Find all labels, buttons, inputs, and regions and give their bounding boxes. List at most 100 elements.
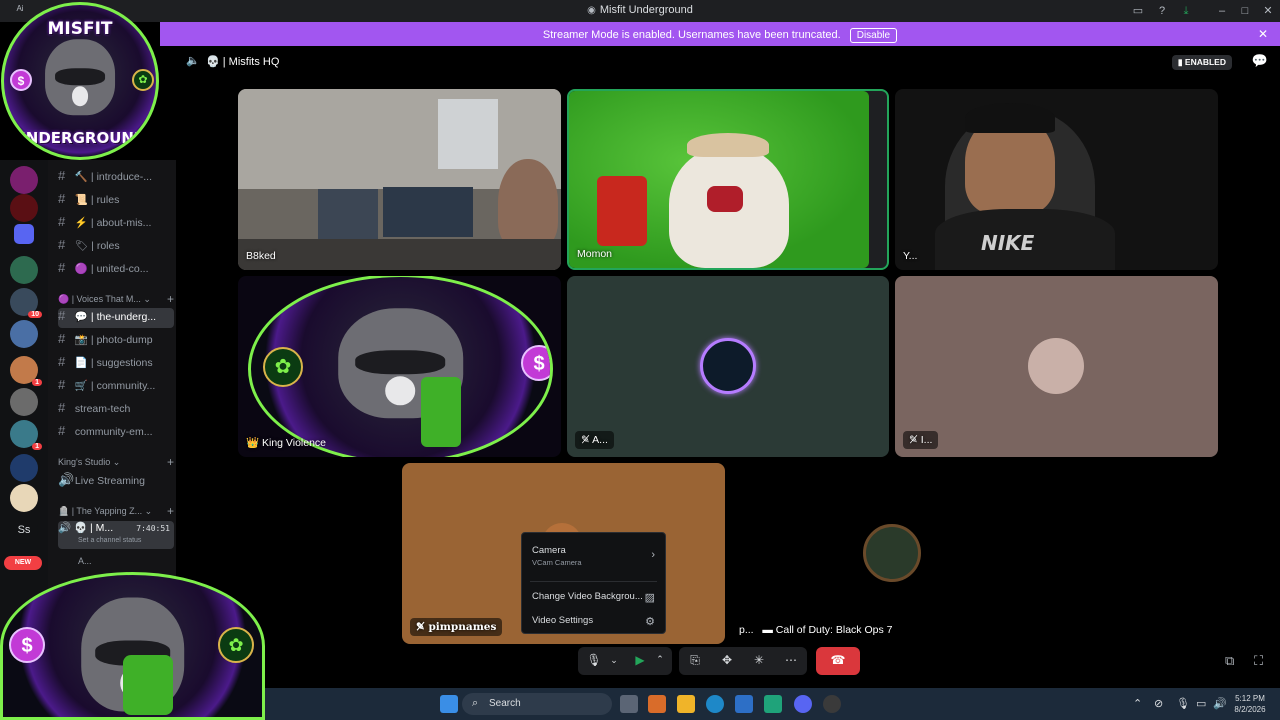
app-icon[interactable] <box>764 695 782 713</box>
close-banner-icon[interactable]: ✕ <box>1258 27 1268 41</box>
server-icon[interactable]: 1 <box>10 420 42 450</box>
red-chair <box>597 176 647 246</box>
server-icon[interactable]: 10 <box>10 288 42 318</box>
hash-icon: # <box>58 237 66 252</box>
video-tile-i[interactable]: ✎̸ I... <box>895 276 1218 457</box>
more-options-icon[interactable]: ⋯ <box>783 653 799 667</box>
bottom-mascot-overlay: $ ✿ <box>0 572 265 720</box>
edge-icon[interactable] <box>706 695 724 713</box>
disable-button[interactable]: Disable <box>849 28 898 43</box>
channel-emoji: ⚡ <box>74 217 88 229</box>
popout-icon[interactable]: ⧉ <box>1225 653 1234 669</box>
clock-time: 5:12 PM <box>1235 694 1265 703</box>
add-channel-icon[interactable]: + <box>167 292 174 306</box>
store-icon[interactable] <box>735 695 753 713</box>
windows-start-icon[interactable] <box>440 695 458 713</box>
channel-photo-dump[interactable]: # 📸 | photo-dump <box>58 331 174 351</box>
maximize-button[interactable]: □ <box>1237 3 1253 19</box>
mic-tray-icon[interactable]: 🎙 <box>1176 697 1190 710</box>
mention-badge: 1 <box>32 443 42 450</box>
display-icon[interactable]: ▭ <box>1196 697 1206 710</box>
channel-label: united-co... <box>96 263 149 275</box>
channel-about[interactable]: # ⚡ | about-mis... <box>58 214 174 234</box>
current-voice-channel[interactable]: 🔊 💀 | M... 7:40:51 Set a channel status <box>58 521 174 549</box>
category-voices[interactable]: 🟣 | Voices That M... ⌄ + <box>58 292 174 306</box>
server-icon[interactable] <box>10 388 38 416</box>
channel-suggestions[interactable]: # 📄 | suggestions <box>58 354 174 374</box>
disconnect-button[interactable]: ☎ <box>816 647 860 675</box>
speaker-icon: 🔈 <box>186 55 200 67</box>
server-icon[interactable]: 1 <box>10 356 42 386</box>
soundboard-icon[interactable]: ✳ <box>751 653 767 667</box>
server-icon[interactable] <box>10 166 38 194</box>
channel-united[interactable]: # 🟣 | united-co... <box>58 260 174 280</box>
server-icon[interactable] <box>10 194 38 222</box>
channel-roles[interactable]: # 🏷 | roles <box>58 237 174 257</box>
obs-icon[interactable] <box>823 695 841 713</box>
channel-stream-tech[interactable]: # stream-tech <box>58 400 174 420</box>
fullscreen-icon[interactable]: ⛶ <box>1254 653 1263 669</box>
channel-status-prompt[interactable]: Set a channel status <box>78 537 141 544</box>
hash-icon: # <box>58 308 66 323</box>
add-channel-icon[interactable]: + <box>167 455 174 469</box>
help-icon[interactable]: ? <box>1154 3 1170 19</box>
category-yapping[interactable]: 🪦 | The Yapping Z... ⌄ + <box>58 504 174 518</box>
tile-name: A... <box>592 434 608 446</box>
network-off-icon[interactable]: ⊘ <box>1154 697 1163 710</box>
window-blinds <box>438 99 498 169</box>
microphone-icon[interactable]: 🎙 <box>586 653 602 667</box>
voice-channel-live-streaming[interactable]: 🔊 Live Streaming <box>58 472 174 492</box>
copilot-icon[interactable] <box>648 695 666 713</box>
volume-icon[interactable]: 🔊 <box>1213 697 1227 710</box>
enabled-label: ENABLED <box>1184 57 1226 67</box>
dollar-coin-icon: $ <box>521 345 550 381</box>
chevron-up-icon[interactable]: ⌃ <box>652 654 668 665</box>
server-initials-icon[interactable]: Ss <box>10 516 38 544</box>
minimize-button[interactable]: – <box>1214 3 1230 19</box>
channel-community-em[interactable]: # community-em... <box>58 423 174 443</box>
inbox-icon[interactable]: ▭ <box>1130 3 1146 19</box>
download-icon[interactable]: ⤓ <box>1178 3 1194 19</box>
video-settings-menu-item[interactable]: Video Settings ⚙ <box>532 615 657 628</box>
category-label: The Yapping Z... <box>76 506 143 516</box>
banner-message: Streamer Mode is enabled. Usernames have… <box>542 29 841 41</box>
channel-the-underground[interactable]: # 💬 | the-underg... <box>58 308 174 328</box>
video-context-menu: Camera VCam Camera › Change Video Backgr… <box>521 532 666 634</box>
server-icon[interactable] <box>10 484 38 512</box>
chevron-up-icon[interactable]: ⌃ <box>1133 697 1142 710</box>
video-tile-king-violence[interactable]: ✿ $ 👑 King Violence <box>238 276 561 457</box>
server-folder-icon[interactable] <box>14 224 34 244</box>
tile-name: King Violence <box>262 437 327 449</box>
file-explorer-icon[interactable] <box>677 695 695 713</box>
channel-label: community-em... <box>74 426 153 438</box>
close-window-button[interactable]: ✕ <box>1260 3 1276 19</box>
camera-menu-item[interactable]: Camera VCam Camera › <box>532 545 657 567</box>
discord-taskbar-icon[interactable] <box>794 695 812 713</box>
clock[interactable]: 5:12 PM 8/2/2026 <box>1228 693 1272 715</box>
channel-label: stream-tech <box>74 403 131 415</box>
server-icon[interactable] <box>10 454 38 482</box>
channel-introduce[interactable]: # 🔨 | introduce-... <box>58 168 174 188</box>
channel-rules[interactable]: # 📜 | rules <box>58 191 174 211</box>
chat-bubble-icon[interactable]: 💬 <box>1252 53 1268 69</box>
server-icon[interactable] <box>10 256 38 284</box>
video-tile-b8ked[interactable]: B8ked <box>238 89 561 270</box>
chevron-down-icon[interactable]: ⌄ <box>606 655 622 666</box>
task-view-icon[interactable] <box>620 695 638 713</box>
activities-icon[interactable]: ✥ <box>719 653 735 667</box>
video-tile-momon[interactable]: Momon <box>567 89 889 270</box>
person-b8ked <box>498 159 558 249</box>
video-tile-a[interactable]: ✎̸ A... <box>567 276 889 457</box>
new-badge[interactable]: NEW <box>4 556 42 570</box>
tile-name: B8ked <box>246 250 276 262</box>
category-kings-studio[interactable]: King's Studio ⌄ + <box>58 455 174 469</box>
camera-icon[interactable]: ▶ <box>632 653 648 667</box>
channel-community[interactable]: # 🛒 | community... <box>58 377 174 397</box>
video-tile-y[interactable]: NIKE Y... <box>895 89 1218 270</box>
change-background-menu-item[interactable]: Change Video Backgrou... ▨ <box>532 591 657 604</box>
add-channel-icon[interactable]: + <box>167 504 174 518</box>
video-tile-p[interactable]: p... ▬ Call of Duty: Black Ops 7 <box>731 463 1054 644</box>
taskbar-search[interactable]: ⌕ Search <box>462 693 612 715</box>
screen-share-icon[interactable]: ⎘ <box>687 653 703 668</box>
server-icon[interactable] <box>10 320 38 348</box>
